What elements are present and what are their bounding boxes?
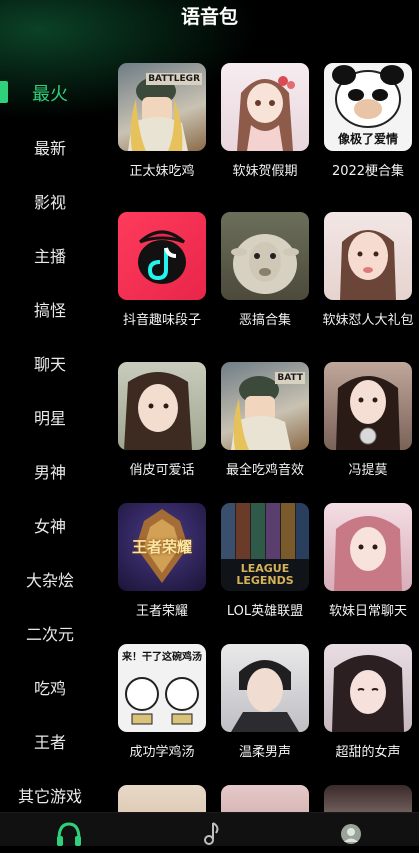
pack-thumbnail bbox=[324, 503, 412, 591]
sidebar-item-label: 男神 bbox=[33, 463, 66, 482]
sidebar-item-label: 二次元 bbox=[25, 625, 74, 644]
thumb-caption: BATT bbox=[275, 372, 305, 384]
sidebar-item-streamer[interactable]: 主播 bbox=[0, 228, 100, 282]
thumb-caption: BATTLEGR bbox=[146, 73, 202, 85]
pack-label: 软妹贺假期 bbox=[232, 164, 298, 179]
voice-pack-card[interactable]: 温柔男声 bbox=[215, 644, 315, 784]
voice-pack-card[interactable]: 软妹日常聊天 bbox=[318, 503, 418, 643]
sidebar-item-newest[interactable]: 最新 bbox=[0, 120, 100, 174]
voice-pack-card[interactable]: 王者荣耀 王者荣耀 bbox=[112, 503, 212, 643]
voice-pack-card[interactable] bbox=[318, 785, 418, 815]
pack-thumbnail: LEAGUE LEGENDS bbox=[221, 503, 309, 591]
voice-pack-card[interactable]: 来！干了这碗鸡汤 成功学鸡汤 bbox=[112, 644, 212, 784]
sidebar-item-female-idol[interactable]: 女神 bbox=[0, 498, 100, 552]
pack-label: LOL英雄联盟 bbox=[226, 604, 304, 619]
voice-pack-card[interactable]: 恶搞合集 bbox=[215, 212, 315, 352]
voice-pack-card[interactable]: 俏皮可爱话 bbox=[112, 362, 212, 502]
sidebar-item-label: 吃鸡 bbox=[33, 679, 66, 698]
voice-pack-card[interactable]: 软妹怼人大礼包 bbox=[318, 212, 418, 352]
pack-label: 冯提莫 bbox=[348, 463, 388, 478]
pack-thumbnail: 王者荣耀 bbox=[118, 503, 206, 591]
pack-thumbnail bbox=[118, 362, 206, 450]
girl-photo bbox=[340, 230, 396, 300]
voice-pack-card[interactable]: 像极了爱情 2022梗合集 bbox=[318, 63, 418, 203]
pack-label: 抖音趣味段子 bbox=[122, 313, 201, 328]
voice-pack-card[interactable]: 冯提莫 bbox=[318, 362, 418, 502]
sidebar-item-chat[interactable]: 聊天 bbox=[0, 336, 100, 390]
thumb-caption: 像极了爱情 bbox=[337, 132, 398, 146]
pack-thumbnail bbox=[118, 212, 206, 300]
sidebar-item-film[interactable]: 影视 bbox=[0, 174, 100, 228]
voice-pack-card[interactable]: LEAGUE LEGENDS LOL英雄联盟 bbox=[215, 503, 315, 643]
pack-thumbnail: 像极了爱情 bbox=[324, 63, 412, 151]
sidebar-item-label: 聊天 bbox=[33, 355, 66, 374]
voice-pack-card[interactable] bbox=[112, 785, 212, 815]
pack-label: 软妹日常聊天 bbox=[328, 604, 407, 619]
sidebar-item-celebrity[interactable]: 明星 bbox=[0, 390, 100, 444]
pack-thumbnail bbox=[118, 785, 206, 815]
pack-thumbnail bbox=[221, 644, 309, 732]
sidebar-item-label: 最新 bbox=[33, 139, 66, 158]
pack-label: 恶搞合集 bbox=[238, 313, 291, 328]
pack-thumbnail bbox=[221, 212, 309, 300]
pack-thumbnail: BATTLEGR bbox=[118, 63, 206, 151]
sheep-illustration bbox=[231, 234, 299, 294]
sidebar-item-label: 主播 bbox=[33, 247, 66, 266]
sidebar-item-label: 搞怪 bbox=[33, 301, 66, 320]
pack-label: 俏皮可爱话 bbox=[129, 463, 195, 478]
sidebar-item-label: 最火 bbox=[32, 84, 68, 105]
category-sidebar: 最火 最新 影视 主播 搞怪 聊天 明星 男神 女神 大杂烩 二次元 吃鸡 王者… bbox=[0, 66, 100, 822]
pack-label: 王者荣耀 bbox=[135, 604, 188, 619]
girl-photo bbox=[124, 372, 192, 450]
thumb-caption: 王者荣耀 bbox=[131, 538, 192, 556]
sidebar-item-honor-of-kings[interactable]: 王者 bbox=[0, 714, 100, 768]
sidebar-item-label: 其它游戏 bbox=[17, 787, 82, 806]
voice-pack-card[interactable]: 超甜的女声 bbox=[318, 644, 418, 784]
pack-label: 2022梗合集 bbox=[331, 164, 405, 179]
anime-girl-illustration bbox=[237, 76, 295, 151]
girl-photo bbox=[334, 516, 402, 591]
girl-photo bbox=[332, 655, 404, 732]
sidebar-item-label: 影视 bbox=[33, 193, 66, 212]
bottom-tab-bar bbox=[0, 812, 419, 846]
sidebar-item-label: 女神 bbox=[33, 517, 66, 536]
pack-thumbnail bbox=[324, 785, 412, 815]
sidebar-item-hottest[interactable]: 最火 bbox=[0, 66, 100, 120]
pack-thumbnail bbox=[221, 63, 309, 151]
sidebar-item-label: 明星 bbox=[33, 409, 66, 428]
sidebar-item-misc[interactable]: 大杂烩 bbox=[0, 552, 100, 606]
thumb-caption: LEAGUE LEGENDS bbox=[236, 562, 294, 587]
sidebar-item-label: 王者 bbox=[33, 733, 66, 752]
sidebar-item-label: 大杂烩 bbox=[25, 571, 74, 590]
active-indicator bbox=[0, 81, 8, 103]
voice-pack-card[interactable]: 抖音趣味段子 bbox=[112, 212, 212, 352]
voice-pack-card[interactable]: BATTLEGR 正太妹吃鸡 bbox=[112, 63, 212, 203]
thumb-caption: 来！干了这碗鸡汤 bbox=[122, 652, 202, 663]
pack-thumbnail bbox=[324, 644, 412, 732]
pack-thumbnail: BATT bbox=[221, 362, 309, 450]
pack-label: 成功学鸡汤 bbox=[129, 745, 195, 760]
pack-thumbnail bbox=[324, 362, 412, 450]
voice-pack-card[interactable] bbox=[215, 785, 315, 815]
streamer-photo bbox=[336, 376, 400, 450]
tiktok-icon bbox=[138, 230, 186, 284]
page-title: 语音包 bbox=[180, 6, 238, 28]
pack-thumbnail bbox=[221, 785, 309, 815]
pack-label: 软妹怼人大礼包 bbox=[322, 313, 414, 328]
voice-pack-card[interactable]: 软妹贺假期 bbox=[215, 63, 315, 203]
pack-label: 温柔男声 bbox=[238, 745, 291, 760]
sidebar-item-pubg[interactable]: 吃鸡 bbox=[0, 660, 100, 714]
pack-thumbnail bbox=[324, 212, 412, 300]
sidebar-item-anime[interactable]: 二次元 bbox=[0, 606, 100, 660]
pack-label: 正太妹吃鸡 bbox=[129, 164, 195, 179]
sidebar-item-funny[interactable]: 搞怪 bbox=[0, 282, 100, 336]
pack-label: 超甜的女声 bbox=[335, 745, 401, 760]
boy-photo bbox=[231, 660, 299, 732]
sidebar-item-male-idol[interactable]: 男神 bbox=[0, 444, 100, 498]
voice-pack-card[interactable]: BATT 最全吃鸡音效 bbox=[215, 362, 315, 502]
pack-thumbnail: 来！干了这碗鸡汤 bbox=[118, 644, 206, 732]
pack-label: 最全吃鸡音效 bbox=[225, 463, 304, 478]
